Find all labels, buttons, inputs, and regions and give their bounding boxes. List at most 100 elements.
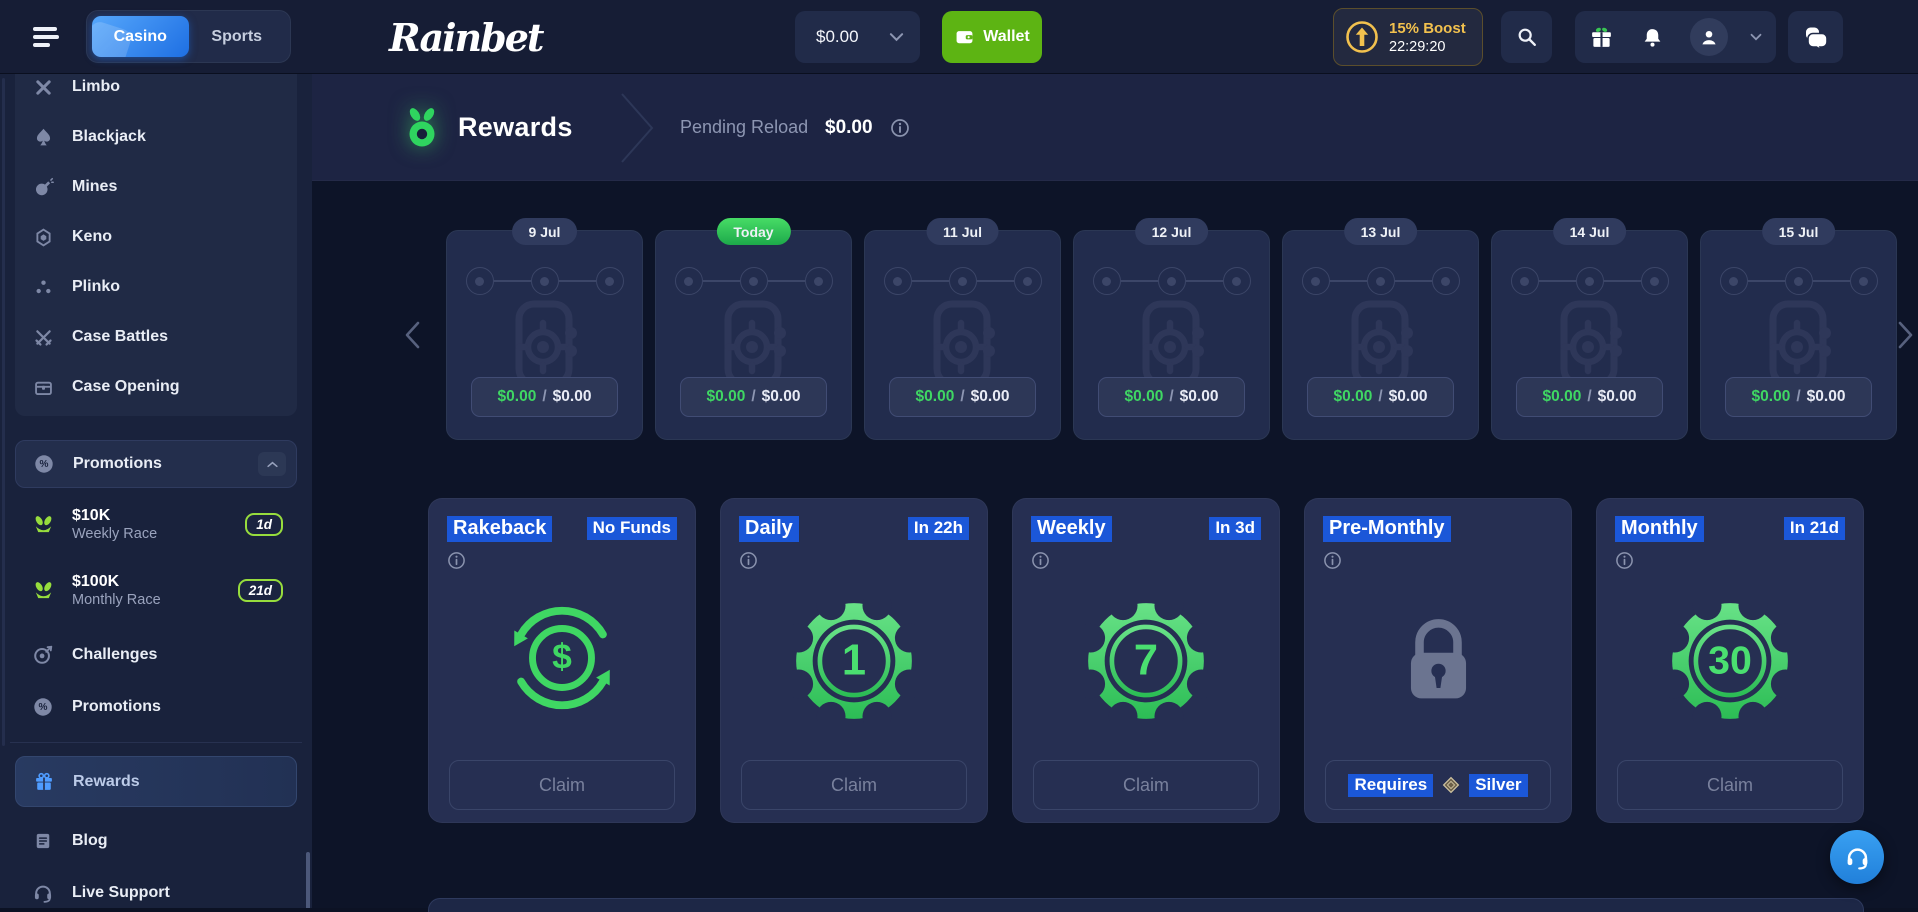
claim-button[interactable]: Claim: [449, 760, 675, 810]
sidebar-item-label: Rewards: [73, 773, 140, 791]
sidebar: Limbo Blackjack Mines Keno Plinko: [0, 74, 312, 908]
claim-button[interactable]: Claim: [1617, 760, 1843, 810]
top-bar: Casino Sports Rainbet $0.00 Wallet 15% B…: [0, 0, 1918, 74]
gem-icon: [31, 227, 55, 248]
wallet-label: Wallet: [983, 28, 1030, 46]
balance-amount: $0.00: [816, 27, 859, 47]
sidebar-item-weekly-race[interactable]: $10K Weekly Race 1d: [15, 496, 297, 552]
balance-dropdown[interactable]: $0.00: [795, 11, 920, 63]
total-amount: $0.00: [1389, 388, 1428, 406]
info-icon[interactable]: [1615, 551, 1863, 570]
info-icon[interactable]: [1031, 551, 1279, 570]
earned-amount: $0.00: [916, 388, 955, 406]
day-label: 14 Jul: [1553, 218, 1627, 245]
day-card[interactable]: 11 Jul $0.00/$0.00: [864, 230, 1061, 440]
info-icon[interactable]: [447, 551, 695, 570]
sidebar-item-label: Keno: [72, 228, 112, 246]
progress-dots: [1074, 267, 1269, 295]
earned-amount: $0.00: [1543, 388, 1582, 406]
rewards-gift-button[interactable]: [1575, 25, 1627, 50]
sidebar-item-live-support[interactable]: Live Support: [15, 868, 297, 908]
search-icon: [1516, 26, 1538, 48]
document-icon: [31, 831, 55, 851]
sidebar-item-label: Promotions: [72, 698, 161, 716]
sidebar-item-promotions[interactable]: % Promotions: [15, 682, 297, 732]
sidebar-item-label: Limbo: [72, 78, 120, 96]
plinko-dots-icon: [31, 277, 55, 298]
race-amount: $100K: [72, 572, 238, 591]
info-icon[interactable]: [890, 118, 910, 138]
limbo-icon: [31, 77, 55, 98]
chip-number: 1: [842, 637, 866, 685]
search-button[interactable]: [1501, 11, 1552, 63]
day-card[interactable]: 15 Jul $0.00/$0.00: [1700, 230, 1897, 440]
collapse-button[interactable]: [258, 452, 286, 476]
rakeback-icon: $: [429, 599, 695, 717]
sidebar-item-case-opening[interactable]: Case Opening: [15, 362, 297, 412]
live-chat-fab[interactable]: [1830, 830, 1884, 884]
wallet-button[interactable]: Wallet: [942, 11, 1042, 63]
separator: /: [1378, 388, 1382, 406]
day-card[interactable]: 9 Jul $0.00/$0.00: [446, 230, 643, 440]
laurel-icon: [32, 513, 55, 536]
slot-machine-icon: [1283, 299, 1478, 389]
target-icon: [31, 644, 55, 666]
info-icon[interactable]: [1323, 551, 1571, 570]
sidebar-item-plinko[interactable]: Plinko: [15, 262, 297, 312]
sidebar-item-blackjack[interactable]: Blackjack: [15, 112, 297, 162]
day-card[interactable]: 13 Jul $0.00/$0.00: [1282, 230, 1479, 440]
carousel-prev-button[interactable]: [403, 320, 421, 350]
sidebar-group-promotions[interactable]: % Promotions: [15, 440, 297, 488]
progress-dots: [447, 267, 642, 295]
day-card[interactable]: 14 Jul $0.00/$0.00: [1491, 230, 1688, 440]
chip-icon: 30: [1597, 599, 1863, 723]
sidebar-item-limbo[interactable]: Limbo: [15, 74, 297, 112]
claim-label: Claim: [1123, 775, 1169, 796]
tab-casino[interactable]: Casino: [92, 16, 189, 57]
daily-reward-carousel: 9 Jul $0.00/$0.00 Today $0.00/$0.00 11 J…: [446, 230, 1897, 440]
progress-dots: [656, 267, 851, 295]
progress-dots: [1283, 267, 1478, 295]
total-amount: $0.00: [971, 388, 1010, 406]
tab-sports[interactable]: Sports: [189, 16, 286, 57]
sidebar-item-label: Case Opening: [72, 378, 180, 396]
menu-icon[interactable]: [33, 27, 59, 47]
claim-button[interactable]: Claim: [741, 760, 967, 810]
notifications-button[interactable]: [1627, 26, 1677, 49]
account-menu[interactable]: [1677, 18, 1741, 56]
carousel-next-button[interactable]: [1897, 320, 1915, 350]
claim-button[interactable]: Claim: [1033, 760, 1259, 810]
sidebar-item-rewards[interactable]: Rewards: [15, 756, 297, 807]
page-header: Rewards Pending Reload $0.00: [312, 74, 1918, 181]
bonus-status: No Funds: [587, 517, 677, 540]
day-label: 13 Jul: [1344, 218, 1418, 245]
bonus-status: In 21d: [1784, 517, 1845, 540]
earned-amount: $0.00: [707, 388, 746, 406]
account-chevron[interactable]: [1741, 33, 1771, 41]
sidebar-item-case-battles[interactable]: Case Battles: [15, 312, 297, 362]
sidebar-item-challenges[interactable]: Challenges: [15, 630, 297, 680]
progress-dots: [1701, 267, 1896, 295]
silver-tier-diamond-icon: [1442, 776, 1460, 794]
separator: /: [960, 388, 964, 406]
boost-badge[interactable]: 15% Boost 22:29:20: [1333, 8, 1483, 66]
separator: /: [751, 388, 755, 406]
sidebar-scrollbar-thumb[interactable]: [306, 852, 310, 908]
rainbet-logo[interactable]: Rainbet: [389, 0, 542, 74]
laurel-icon: [32, 579, 55, 602]
info-icon[interactable]: [739, 551, 987, 570]
requires-tier-button[interactable]: Requires Silver: [1325, 760, 1551, 810]
chat-button[interactable]: [1788, 11, 1843, 63]
day-card[interactable]: 12 Jul $0.00/$0.00: [1073, 230, 1270, 440]
casino-sports-toggle: Casino Sports: [86, 10, 291, 63]
sidebar-item-monthly-race[interactable]: $100K Monthly Race 21d: [15, 562, 297, 618]
sidebar-item-mines[interactable]: Mines: [15, 162, 297, 212]
bonus-card-daily: Daily In 22h 1 Claim: [720, 498, 988, 823]
day-card-today[interactable]: Today $0.00/$0.00: [655, 230, 852, 440]
percent-badge-icon: %: [31, 696, 55, 718]
earned-amount: $0.00: [1752, 388, 1791, 406]
sidebar-item-keno[interactable]: Keno: [15, 212, 297, 262]
claim-label: Claim: [539, 775, 585, 796]
sidebar-item-blog[interactable]: Blog: [15, 816, 297, 866]
total-amount: $0.00: [1807, 388, 1846, 406]
